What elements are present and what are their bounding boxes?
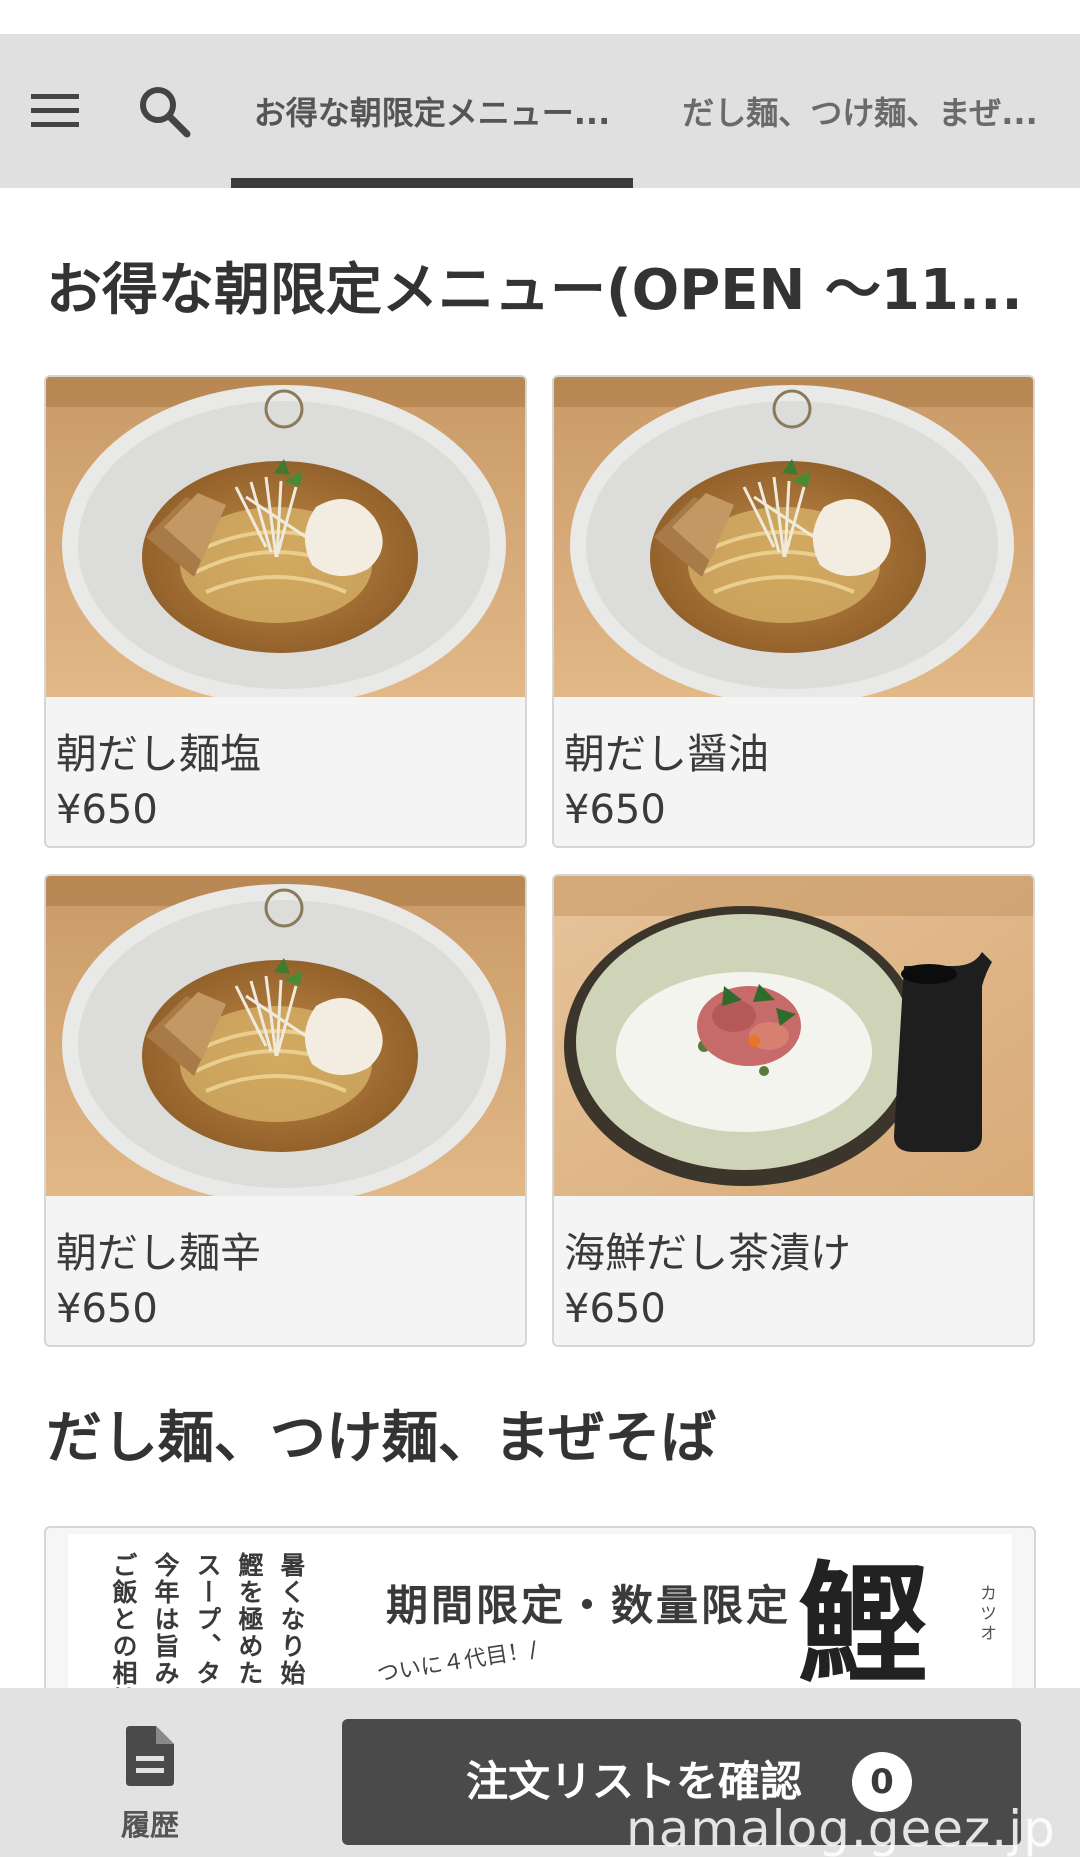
active-tab-indicator bbox=[231, 178, 633, 188]
menu-item-card[interactable]: 朝だし麺辛 ¥650 bbox=[44, 874, 527, 1347]
search-icon bbox=[140, 87, 191, 138]
section-title-morning-menu: お得な朝限定メニュー(OPEN 〜11... bbox=[46, 258, 1023, 323]
history-label: 履歴 bbox=[120, 1808, 179, 1842]
menu-item-price: ¥650 bbox=[564, 787, 666, 833]
tab-dashi-noodles[interactable]: だし麺、つけ麺、まぜ... bbox=[650, 34, 1070, 188]
seafood-rice-bowl-photo bbox=[554, 876, 1033, 1196]
menu-item-name: 朝だし麺塩 bbox=[56, 730, 261, 778]
section-title-dashi-noodles: だし麺、つけ麺、まぜそば bbox=[46, 1406, 717, 1471]
menu-page: お得な朝限定メニュー... だし麺、つけ麺、まぜ... お得な朝限定メニュー(O… bbox=[0, 0, 1080, 1857]
menu-item-name: 海鮮だし茶漬け bbox=[564, 1229, 851, 1277]
ramen-bowl-photo bbox=[46, 876, 525, 1196]
watermark: namalog.geez.jp bbox=[626, 1800, 1056, 1857]
hamburger-menu-icon bbox=[31, 94, 79, 127]
status-bar bbox=[0, 0, 1080, 34]
ramen-bowl-photo bbox=[554, 377, 1033, 697]
menu-item-price: ¥650 bbox=[564, 1286, 666, 1332]
search-button[interactable] bbox=[133, 80, 195, 142]
menu-item-name: 朝だし醤油 bbox=[564, 730, 769, 778]
ramen-bowl-photo bbox=[46, 377, 525, 697]
history-button[interactable]: 履歴 bbox=[100, 1724, 200, 1846]
promo-kanji: 鰹 bbox=[798, 1548, 929, 1701]
menu-item-price: ¥650 bbox=[56, 787, 158, 833]
promo-heading: 期間限定・数量限定 bbox=[386, 1581, 792, 1630]
document-icon bbox=[126, 1726, 174, 1786]
promo-subtext: ついに４代目！/ bbox=[375, 1637, 539, 1688]
menu-item-card[interactable]: 朝だし麺塩 ¥650 bbox=[44, 375, 527, 848]
promo-reading: カツオ bbox=[976, 1584, 996, 1644]
top-app-bar: お得な朝限定メニュー... だし麺、つけ麺、まぜ... bbox=[0, 34, 1080, 188]
menu-item-card[interactable]: 海鮮だし茶漬け ¥650 bbox=[552, 874, 1035, 1347]
menu-item-name: 朝だし麺辛 bbox=[56, 1229, 261, 1277]
menu-item-price: ¥650 bbox=[56, 1286, 158, 1332]
tab-morning-menu[interactable]: お得な朝限定メニュー... bbox=[231, 34, 633, 188]
menu-item-card[interactable]: 朝だし醤油 ¥650 bbox=[552, 375, 1035, 848]
menu-button[interactable] bbox=[26, 82, 84, 140]
